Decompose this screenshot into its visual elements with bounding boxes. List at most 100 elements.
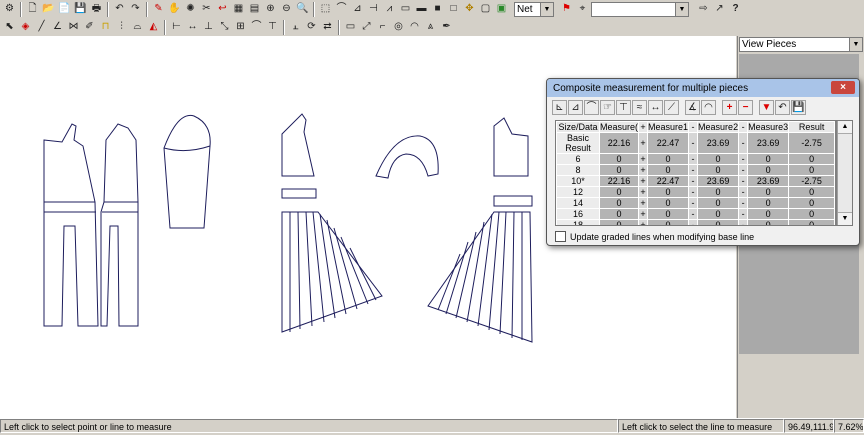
table-header[interactable]: - — [738, 121, 749, 133]
close-button[interactable]: × — [831, 81, 855, 94]
edit-tool-icon[interactable]: ✐ — [82, 20, 97, 35]
result-cell[interactable]: 0 — [788, 186, 836, 198]
magic-icon[interactable]: ✺ — [183, 2, 198, 17]
value-cell[interactable]: 0 — [598, 164, 640, 176]
grid-icon[interactable]: ▦ — [231, 2, 246, 17]
piece-tool-icon[interactable]: ⊿ — [350, 2, 365, 17]
app-icon[interactable]: ⚙ — [2, 2, 17, 17]
size-cell[interactable]: 10* — [556, 175, 600, 187]
rectangle-tool-icon[interactable]: ▭ — [343, 20, 358, 35]
operator-cell[interactable]: - — [738, 153, 749, 165]
value-cell[interactable]: 0 — [647, 153, 690, 165]
result-cell[interactable]: 0 — [788, 153, 836, 165]
pointer-tool-icon[interactable]: ⬉ — [2, 20, 17, 35]
zoom-out-icon[interactable]: ⊖ — [279, 2, 294, 17]
size-cell[interactable]: 12 — [556, 186, 600, 198]
operator-cell[interactable]: + — [638, 132, 649, 154]
split-tool-icon[interactable]: ⫶ — [114, 20, 129, 35]
diagonal-tool-icon[interactable]: ⤢ — [359, 20, 374, 35]
value-cell[interactable]: 0 — [598, 186, 640, 198]
align-tool-icon[interactable]: ⫠ — [288, 20, 303, 35]
measure-tool-icon[interactable]: ⊢ — [169, 20, 184, 35]
layers-icon[interactable]: ▣ — [494, 2, 509, 17]
remove-icon[interactable]: − — [738, 100, 753, 115]
value-cell[interactable]: 23.69 — [697, 132, 740, 154]
measure-point-icon[interactable]: ⊿ — [568, 100, 583, 115]
value-cell[interactable]: 0 — [697, 186, 740, 198]
operator-cell[interactable]: + — [638, 175, 649, 187]
measure-cross-icon[interactable]: ⊤ — [616, 100, 631, 115]
blank-select[interactable]: ▼ — [591, 1, 689, 17]
dart-tool-icon[interactable]: ⩘ — [382, 2, 397, 17]
size-cell[interactable]: Basic Result — [556, 132, 600, 154]
curve-tool-icon[interactable]: ⌒ — [334, 2, 349, 17]
table-header[interactable]: Size/Data — [556, 121, 600, 133]
operator-cell[interactable]: + — [638, 153, 649, 165]
redo-icon[interactable]: ↷ — [128, 2, 143, 17]
operator-cell[interactable]: - — [688, 164, 699, 176]
result-cell[interactable]: -2.75 — [788, 132, 836, 154]
mirror-tool-icon[interactable]: ⇄ — [320, 20, 335, 35]
measure-line-icon[interactable]: ⊾ — [552, 100, 567, 115]
table-header[interactable]: Result — [788, 121, 836, 133]
operator-cell[interactable]: + — [638, 186, 649, 198]
operator-cell[interactable]: + — [638, 197, 649, 209]
result-cell[interactable]: 0 — [788, 197, 836, 209]
operator-cell[interactable]: - — [688, 219, 699, 225]
undo-icon[interactable]: ↶ — [775, 100, 790, 115]
measure-arc-icon[interactable]: ◠ — [701, 100, 716, 115]
value-cell[interactable]: 0 — [647, 219, 690, 225]
value-cell[interactable]: 22.47 — [647, 132, 690, 154]
operator-cell[interactable]: - — [688, 197, 699, 209]
save-icon[interactable]: 💾 — [73, 2, 88, 17]
measure-line-icon[interactable]: ⊥ — [201, 20, 216, 35]
move-icon[interactable]: ✥ — [462, 2, 477, 17]
operator-cell[interactable]: - — [688, 208, 699, 220]
table-header[interactable]: - — [688, 121, 699, 133]
square-icon[interactable]: □ — [446, 2, 461, 17]
table-scrollbar[interactable]: ▲ ▼ — [837, 121, 852, 225]
button-tool-icon[interactable]: ◎ — [391, 20, 406, 35]
new-file-icon[interactable]: 🗋 — [25, 2, 40, 17]
open-file-icon[interactable]: 📄 — [57, 2, 72, 17]
chevron-down-icon[interactable]: ▼ — [540, 2, 553, 16]
add-icon[interactable]: + — [722, 100, 737, 115]
value-cell[interactable]: 0 — [598, 219, 640, 225]
result-cell[interactable]: -2.75 — [788, 175, 836, 187]
label-icon[interactable]: ▬ — [414, 2, 429, 17]
compass-tool-icon[interactable]: ⩓ — [423, 20, 438, 35]
arrow-icon[interactable]: ↗ — [712, 2, 727, 17]
value-cell[interactable]: 0 — [598, 208, 640, 220]
operator-cell[interactable]: + — [638, 164, 649, 176]
grade-tool-icon[interactable]: ⤡ — [217, 20, 232, 35]
notch-icon[interactable]: ⊤ — [265, 20, 280, 35]
frame-icon[interactable]: ▭ — [398, 2, 413, 17]
value-cell[interactable]: 0 — [598, 197, 640, 209]
operator-cell[interactable]: - — [738, 132, 749, 154]
target-icon[interactable]: ⌖ — [575, 2, 590, 17]
net-select[interactable]: Net ▼ — [514, 1, 554, 17]
value-cell[interactable]: 0 — [697, 197, 740, 209]
value-cell[interactable]: 0 — [747, 208, 790, 220]
value-cell[interactable]: 0 — [697, 153, 740, 165]
operator-cell[interactable]: - — [738, 219, 749, 225]
chevron-down-icon[interactable]: ▼ — [675, 2, 688, 16]
value-cell[interactable]: 0 — [647, 208, 690, 220]
seam-tool-icon[interactable]: ⌓ — [130, 20, 145, 35]
value-cell[interactable]: 23.69 — [747, 132, 790, 154]
value-cell[interactable]: 0 — [747, 197, 790, 209]
size-cell[interactable]: 8 — [556, 164, 600, 176]
table-header[interactable]: Measure2 — [697, 121, 740, 133]
export-icon[interactable]: ⇨ — [696, 2, 711, 17]
view-pieces-select[interactable]: View Pieces ▼ — [739, 37, 863, 52]
arc-tool-icon[interactable]: ◠ — [407, 20, 422, 35]
size-cell[interactable]: 18 — [556, 219, 600, 225]
operator-cell[interactable]: - — [738, 186, 749, 198]
operator-cell[interactable]: + — [638, 219, 649, 225]
value-cell[interactable]: 0 — [747, 164, 790, 176]
rotate-tool-icon[interactable]: ⟳ — [304, 20, 319, 35]
size-cell[interactable]: 14 — [556, 197, 600, 209]
pencil-icon[interactable]: ✎ — [151, 2, 166, 17]
bag-tool-icon[interactable]: ⊓ — [98, 20, 113, 35]
connect-tool-icon[interactable]: ⋈ — [66, 20, 81, 35]
